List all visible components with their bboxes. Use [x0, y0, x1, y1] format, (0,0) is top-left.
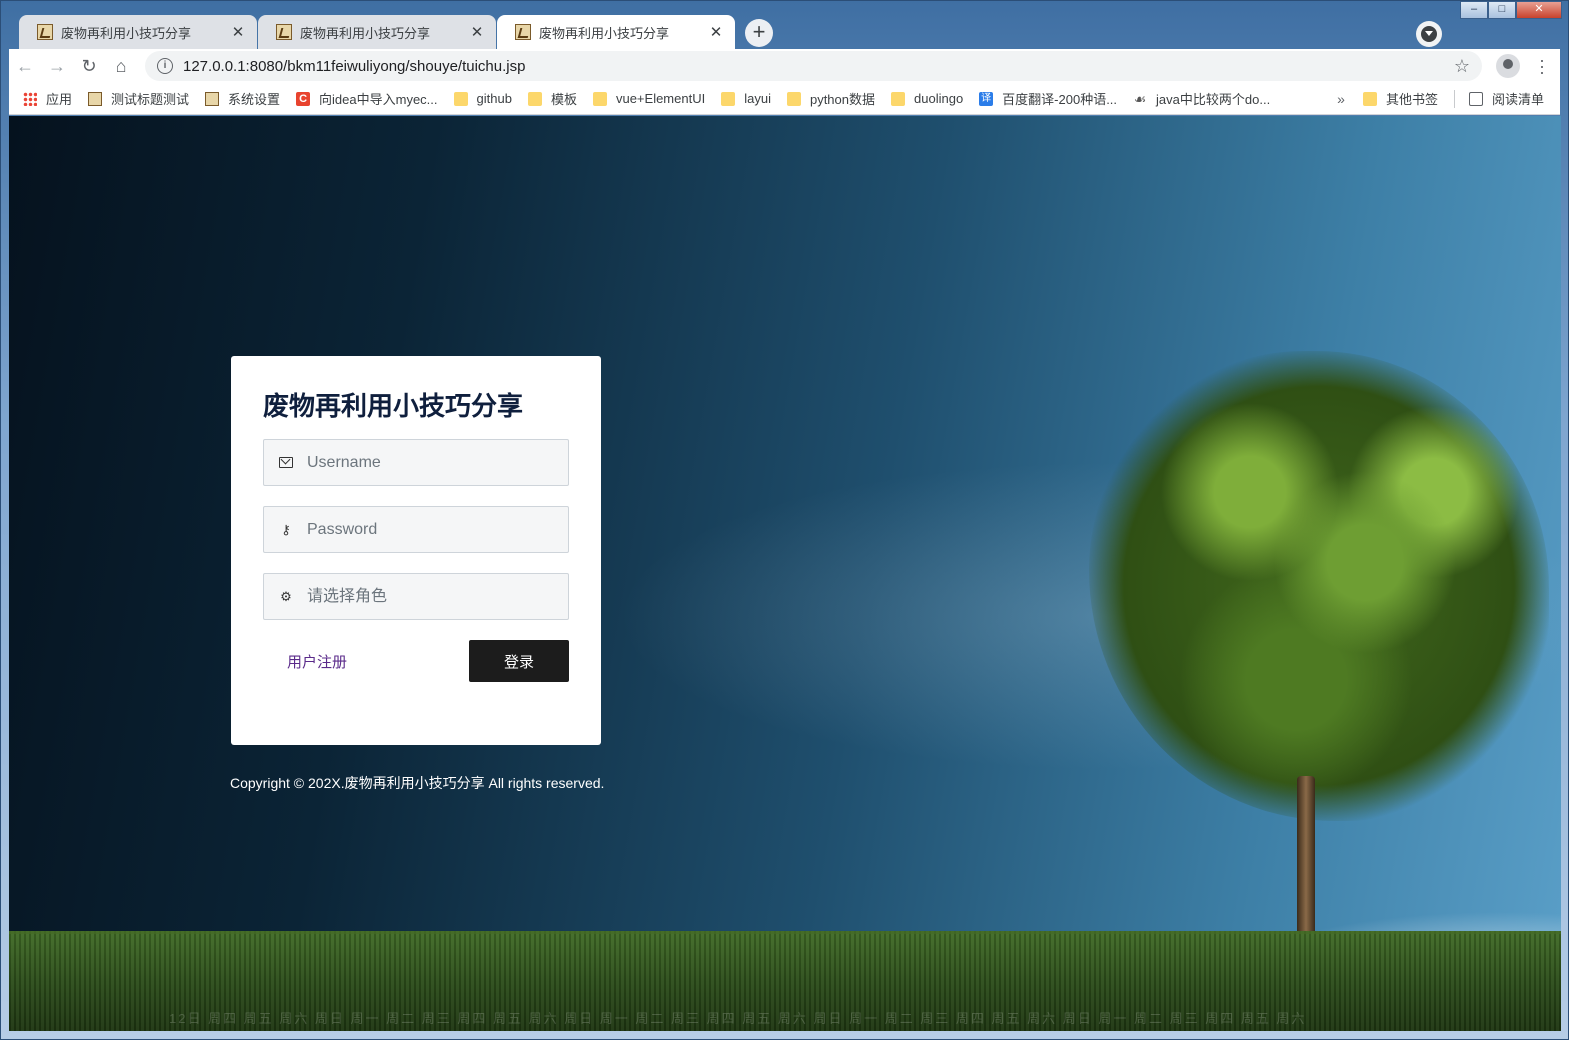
reading-list-button[interactable]: 阅读清单	[1468, 89, 1544, 108]
bookmark-item[interactable]: 应用	[23, 89, 72, 108]
background-day-strip: 12日 周四 周五 周六 周日 周一 周二 周三 周四 周五 周六 周日 周一 …	[169, 1011, 1307, 1026]
bookmark-label: 测试标题测试	[111, 92, 190, 107]
tab-close-icon[interactable]: ✕	[229, 23, 247, 41]
browser-window: 废物再利用小技巧分享 ✕ 废物再利用小技巧分享 ✕ 废物再利用小技巧分享 ✕ +…	[0, 0, 1569, 1040]
bookmark-label: duolingo	[914, 91, 964, 106]
window-controls: – □ ✕	[1460, 1, 1562, 19]
tree-trunk-image	[1297, 776, 1315, 946]
translate-icon: 译	[979, 91, 994, 106]
gears-icon: ⚙	[280, 588, 292, 604]
bookmark-label: 应用	[46, 92, 73, 107]
tab-2[interactable]: 废物再利用小技巧分享 ✕	[258, 15, 496, 49]
maximize-button[interactable]: □	[1488, 1, 1516, 19]
folder-icon	[1362, 91, 1377, 106]
password-field[interactable]: ⚷	[263, 506, 569, 553]
address-bar[interactable]: i 127.0.0.1:8080/bkm11feiwuliyong/shouye…	[145, 51, 1482, 81]
bookmark-label: layui	[744, 91, 771, 106]
window-close-button[interactable]: ✕	[1516, 1, 1562, 19]
reading-list-icon	[1468, 91, 1483, 106]
new-tab-button[interactable]: +	[745, 19, 773, 47]
tab-title: 废物再利用小技巧分享	[300, 25, 431, 41]
role-select[interactable]	[307, 574, 568, 619]
other-bookmarks-folder[interactable]: 其他书签	[1362, 89, 1438, 108]
folder-icon	[891, 91, 906, 106]
login-actions: 用户注册 登录	[263, 640, 569, 682]
home-icon[interactable]: ⌂	[105, 50, 137, 82]
bookmark-folder[interactable]: 模板	[527, 89, 577, 108]
bookmarks-divider	[1453, 89, 1455, 108]
bookmark-label: github	[476, 91, 512, 106]
role-select-field[interactable]: ⚙	[263, 573, 569, 620]
register-link[interactable]: 用户注册	[287, 651, 347, 672]
menu-dots-icon[interactable]: · · ·	[1534, 51, 1550, 81]
tab-1[interactable]: 废物再利用小技巧分享 ✕	[19, 15, 257, 49]
tab-3-active[interactable]: 废物再利用小技巧分享 ✕	[497, 15, 735, 49]
folder-icon	[721, 91, 736, 106]
page-favicon-icon	[515, 24, 531, 40]
tab-search-button[interactable]	[1416, 21, 1442, 47]
bookmark-folder[interactable]: python数据	[786, 89, 876, 108]
folder-icon	[527, 91, 542, 106]
bookmark-label: python数据	[809, 92, 876, 107]
minimize-button[interactable]: –	[1460, 1, 1488, 19]
bookmark-item[interactable]: 系统设置	[205, 89, 280, 108]
bookmark-folder[interactable]: github	[453, 91, 512, 106]
page-viewport: 12日 周四 周五 周六 周日 周一 周二 周三 周四 周五 周六 周日 周一 …	[9, 116, 1561, 1031]
password-input[interactable]	[307, 507, 568, 552]
image-icon	[88, 91, 103, 106]
login-card: 废物再利用小技巧分享 ⚷ ⚙ 用户注册 登录	[231, 356, 601, 745]
profile-avatar-icon[interactable]	[1496, 54, 1520, 78]
url-text[interactable]: 127.0.0.1:8080/bkm11feiwuliyong/shouye/t…	[183, 58, 1454, 75]
reload-icon[interactable]: ↻	[73, 50, 105, 82]
folder-icon	[786, 91, 801, 106]
bookmark-label: 阅读清单	[1491, 92, 1544, 107]
bookmark-item[interactable]: 译百度翻译-200种语...	[979, 89, 1117, 108]
c-icon: C	[296, 91, 311, 106]
chevron-down-icon	[1421, 26, 1437, 42]
page-favicon-icon	[276, 24, 292, 40]
tab-title: 废物再利用小技巧分享	[539, 25, 670, 41]
java-icon: ☙	[1133, 90, 1147, 107]
bookmark-label: 其他书签	[1385, 92, 1438, 107]
copyright-text: Copyright © 202X.废物再利用小技巧分享 All rights r…	[230, 775, 605, 791]
bookmark-label: vue+ElementUI	[615, 91, 706, 106]
bookmark-folder[interactable]: duolingo	[891, 91, 963, 106]
back-arrow-icon[interactable]: ←	[9, 50, 41, 82]
key-icon: ⚷	[281, 521, 291, 537]
page-favicon-icon	[37, 24, 53, 40]
folder-icon	[592, 91, 607, 106]
tab-close-icon[interactable]: ✕	[468, 23, 486, 41]
bookmark-item[interactable]: ☙ java中比较两个do...	[1133, 89, 1270, 108]
bookmarks-bar: 应用 测试标题测试 系统设置 C 向idea中导入myec... github 模…	[9, 83, 1560, 115]
site-info-icon[interactable]: i	[157, 58, 173, 74]
apps-grid-icon	[23, 91, 37, 106]
bookmark-star-icon[interactable]: ☆	[1454, 56, 1470, 77]
bookmark-label: 百度翻译-200种语...	[1002, 92, 1118, 107]
forward-arrow-icon[interactable]: →	[41, 50, 73, 82]
username-input[interactable]	[307, 440, 568, 485]
tab-title: 废物再利用小技巧分享	[61, 25, 192, 41]
bookmark-label: 模板	[550, 92, 577, 107]
login-button[interactable]: 登录	[469, 640, 569, 682]
bookmarks-overflow-button[interactable]: »	[1337, 91, 1345, 107]
bookmark-label: 系统设置	[228, 92, 281, 107]
bookmark-label: 向idea中导入myec...	[319, 92, 438, 107]
bookmark-label: java中比较两个do...	[1156, 92, 1271, 107]
image-icon	[205, 91, 220, 106]
bookmark-folder[interactable]: vue+ElementUI	[592, 91, 706, 106]
envelope-icon	[278, 455, 294, 471]
bookmark-item[interactable]: C 向idea中导入myec...	[296, 89, 438, 108]
tab-close-icon[interactable]: ✕	[707, 23, 725, 41]
tab-strip: 废物再利用小技巧分享 ✕ 废物再利用小技巧分享 ✕ 废物再利用小技巧分享 ✕ +	[9, 9, 1560, 49]
folder-icon	[453, 91, 468, 106]
tree-background-image	[1089, 351, 1549, 821]
browser-toolbar: ← → ↻ ⌂ i 127.0.0.1:8080/bkm11feiwuliyon…	[9, 49, 1560, 83]
bookmark-folder[interactable]: layui	[721, 91, 771, 106]
username-field[interactable]	[263, 439, 569, 486]
bookmark-item[interactable]: 测试标题测试	[88, 89, 189, 108]
login-title: 废物再利用小技巧分享	[263, 391, 524, 421]
